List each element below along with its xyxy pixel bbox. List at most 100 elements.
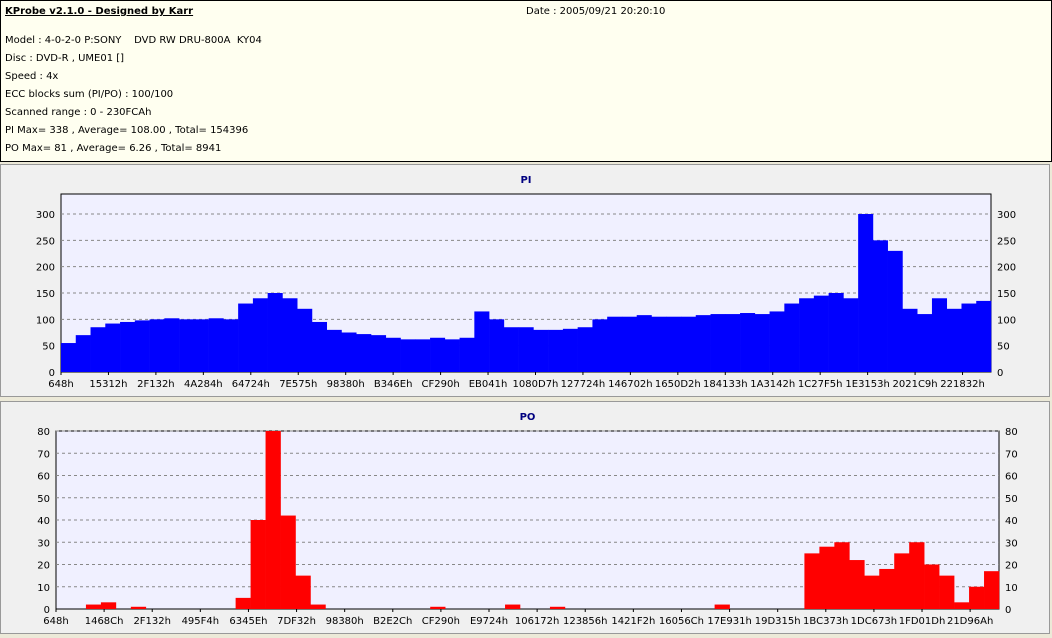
pi-xtick-label: 1E3153h [845,379,889,390]
po-bar [505,604,521,609]
po-ytick-left: 10 [37,583,50,594]
po-xtick-label: 2F132h [133,616,171,627]
pi-ytick-right: 300 [997,210,1016,221]
po-bar [924,564,940,609]
pi-xtick-label: 221832h [940,379,985,390]
po-xtick-label: E9724h [470,616,508,627]
pi-bar [400,339,416,372]
po-bar [939,575,955,609]
po-bar [430,606,446,609]
pi-bar [917,314,933,372]
pi-ytick-left: 100 [36,315,55,326]
po-bar [310,604,326,609]
pi-ytick-left: 0 [49,368,55,379]
pi-bar [651,316,667,372]
po-bar [100,602,117,609]
pi-bar [858,214,874,372]
po-bar [954,602,970,609]
pi-bar [621,316,638,372]
pi-bar [371,335,387,372]
pi-bar [503,327,519,372]
app-title: KProbe v2.1.0 - Designed by Karr [5,6,194,17]
po-chart-title: PO [520,412,536,423]
po-bar [265,431,281,609]
pi-ytick-left: 50 [42,342,55,353]
po-bar [85,604,102,609]
pi-bar [90,327,106,372]
pi-bar [179,319,195,372]
po-xtick-label: 19D315h [755,616,801,627]
pi-bar [120,321,136,372]
po-ytick-left: 50 [37,494,50,505]
pi-xtick-label: 2021C9h [893,379,938,390]
pi-bar [105,323,121,372]
po-xtick-label: 1DC673h [851,616,897,627]
pi-xtick-label: 2F132h [137,379,175,390]
pi-bar [252,298,268,372]
speed-line: Speed : 4x [5,71,59,82]
po-xtick-label: B2E2Ch [373,616,412,627]
pi-bar [223,319,239,372]
pi-bar [164,318,180,372]
pi-bar [592,319,608,372]
pi-bar [282,298,298,372]
po-bar [280,515,296,609]
po-bar [804,553,820,609]
pi-bar [872,240,888,372]
po-bar [909,542,925,609]
po-ytick-right: 50 [1005,494,1018,505]
pi-bar [149,319,165,372]
pi-bar [444,339,460,372]
pi-bar [740,313,756,372]
po-xtick-label: 98380h [326,616,364,627]
po-bar [879,568,895,609]
pi-ytick-right: 100 [997,315,1016,326]
pi-bar [843,298,859,372]
pi-bar [681,316,697,372]
pi-bar [710,314,726,372]
pi-ytick-right: 50 [997,342,1010,353]
po-bar [894,553,910,609]
po-chart: PO 0 0 10 10 20 20 30 30 40 40 50 50 60 60 70 70 80 80 648h… [37,412,1018,627]
pi-bar [474,311,490,372]
ecc-line: ECC blocks sum (PI/PO) : 100/100 [5,89,174,100]
po-xtick-label: 106172h [515,616,560,627]
pi-bar [297,308,313,372]
pi-bar [134,320,150,372]
po-ytick-left: 20 [37,561,50,572]
pi-chart: PI 0 0 50 50 100 100 150 150 200 200 250 250 300 300 64… [36,175,1016,390]
po-xtick-label: 495F4h [182,616,220,627]
pi-bar [887,250,903,372]
pi-bar [518,327,534,372]
info-panel: KProbe v2.1.0 - Designed by Karr Date : … [0,0,1052,162]
pi-xtick-label: 15312h [89,379,127,390]
pi-xtick-label: 127724h [561,379,606,390]
po-ytick-left: 60 [37,472,50,483]
po-xtick-label: 1421F2h [611,616,655,627]
po-bar [864,575,880,609]
po-bar [130,606,147,609]
po-xtick-label: 648h [43,616,68,627]
po-ytick-right: 80 [1005,427,1018,438]
pi-bar [784,303,800,372]
pi-ytick-left: 250 [36,236,55,247]
pi-bar [356,334,372,372]
pi-xtick-label: 1650D2h [655,379,701,390]
po-ytick-left: 40 [37,516,50,527]
po-xtick-label: 123856h [563,616,608,627]
po-xtick-label: 1BC373h [803,616,848,627]
pi-bar [430,337,446,372]
pi-bar [695,315,711,372]
pi-bar [607,316,623,372]
po-ytick-left: 80 [37,427,50,438]
pi-bar [976,300,992,372]
pi-xtick-label: 64724h [232,379,270,390]
pi-ytick-right: 200 [997,263,1016,274]
pi-bar [754,314,770,372]
pi-bar [636,315,652,372]
po-bar [969,586,985,609]
po-ytick-right: 40 [1005,516,1018,527]
pi-bar [193,319,209,372]
pi-bar [341,332,357,372]
pi-xtick-label: 4A284h [184,379,223,390]
